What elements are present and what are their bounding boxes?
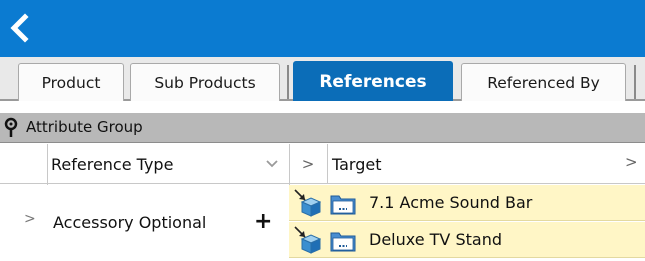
tab-referenced-by-label: Referenced By [487, 73, 600, 92]
grid-header-row: Reference Type > Target > [0, 144, 645, 184]
column-expand-header[interactable]: > [289, 144, 327, 184]
column-header-target-label: Target [332, 154, 382, 174]
references-grid: Attribute Group Reference Type > Target … [0, 103, 645, 261]
product-folder-icon [330, 230, 356, 256]
tab-references-label: References [319, 71, 427, 92]
target-sort-icon[interactable]: > [625, 153, 638, 171]
tab-references[interactable]: References [293, 61, 453, 101]
back-button[interactable] [4, 12, 36, 44]
tab-referenced-by[interactable]: Referenced By [461, 63, 626, 101]
attribute-group-row[interactable]: Attribute Group [0, 113, 645, 143]
target-item[interactable]: 7.1 Acme Sound Bar [289, 185, 645, 221]
table-row[interactable]: > Accessory Optional + 7.1 Acme Sound Ba… [0, 185, 645, 261]
target-item[interactable]: Deluxe TV Stand [289, 222, 645, 258]
tab-sub-products[interactable]: Sub Products [130, 63, 280, 101]
tab-divider [287, 65, 289, 99]
attribute-group-label: Attribute Group [26, 118, 143, 136]
tab-product-label: Product [41, 73, 101, 92]
tab-strip: Product Sub Products References Referenc… [0, 57, 645, 101]
column-header-reference-type-label: Reference Type [51, 154, 174, 174]
add-icon[interactable]: + [254, 209, 272, 234]
tab-product[interactable]: Product [18, 63, 124, 101]
tab-sub-products-label: Sub Products [154, 73, 256, 92]
target-name: Deluxe TV Stand [369, 230, 502, 249]
grid-divider [327, 144, 328, 184]
filter-dropdown-icon[interactable] [265, 156, 279, 174]
column-header-target[interactable]: Target > [327, 144, 645, 184]
reference-link-icon [293, 188, 322, 222]
target-name: 7.1 Acme Sound Bar [369, 193, 533, 212]
reference-type-value: Accessory Optional [53, 213, 207, 232]
expand-icon[interactable]: > [24, 211, 36, 227]
pin-icon[interactable] [3, 117, 19, 143]
back-chevron-icon [10, 13, 29, 43]
top-bar [0, 0, 645, 57]
product-folder-icon [330, 193, 356, 219]
tab-divider [634, 65, 636, 99]
reference-link-icon [293, 225, 322, 259]
row-indicator-header [0, 144, 47, 184]
app-window: Product Sub Products References Referenc… [0, 0, 645, 261]
expand-header-icon: > [301, 155, 315, 173]
column-header-reference-type[interactable]: Reference Type [47, 144, 289, 184]
